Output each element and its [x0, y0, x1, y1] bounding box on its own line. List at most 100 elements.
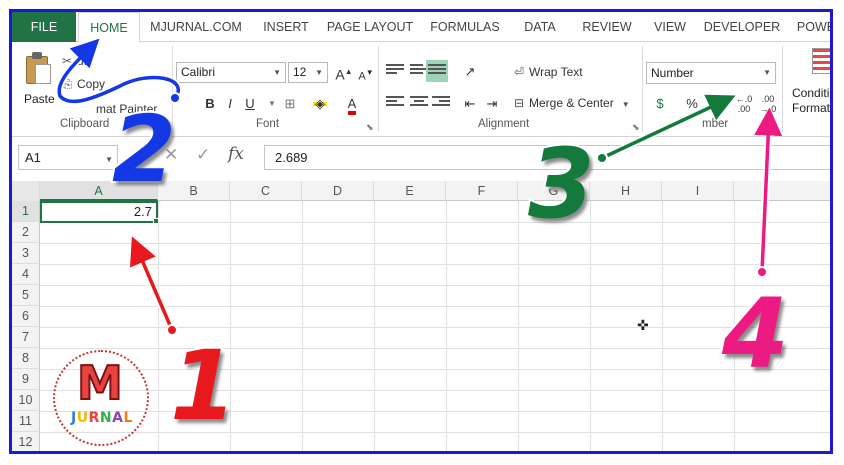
fill-color-icon[interactable]: ◈: [310, 94, 330, 114]
alignment-launcher-icon[interactable]: ⬊: [632, 122, 640, 133]
gridline: [518, 201, 519, 451]
tab-review[interactable]: REVIEW: [575, 12, 639, 42]
decrease-indent-icon[interactable]: ⇤: [460, 94, 480, 114]
column-header-d[interactable]: D: [302, 181, 374, 201]
tab-file[interactable]: FILE: [12, 12, 76, 42]
comma-style-button[interactable]: ,: [704, 90, 724, 110]
borders-icon[interactable]: ⊞: [280, 94, 300, 114]
number-format-value: Number: [651, 66, 694, 80]
row-header[interactable]: 5: [12, 285, 40, 306]
font-name-select[interactable]: Calibri ▼: [176, 62, 286, 83]
tab-formulas[interactable]: FORMULAS: [426, 12, 504, 42]
paste-icon[interactable]: [26, 52, 52, 84]
row-header[interactable]: 4: [12, 264, 40, 285]
logo-letter: M: [76, 355, 124, 411]
tab-view[interactable]: VIEW: [648, 12, 692, 42]
align-bottom-icon[interactable]: [426, 60, 448, 82]
logo-word-letters: JURNAL: [71, 410, 133, 426]
merge-icon: ⊟: [513, 96, 525, 110]
column-header-j[interactable]: [734, 181, 830, 201]
insert-function-icon[interactable]: fx: [228, 144, 244, 164]
name-box-value: A1: [25, 150, 41, 165]
tab-insert[interactable]: INSERT: [256, 12, 316, 42]
underline-button[interactable]: U: [240, 94, 260, 114]
shrink-font-button[interactable]: A▼: [356, 63, 376, 83]
decrease-decimal-icon[interactable]: .00 →.0: [758, 94, 778, 114]
gridline: [446, 201, 447, 451]
tab-developer[interactable]: DEVELOPER: [702, 12, 782, 42]
column-header-c[interactable]: C: [230, 181, 302, 201]
column-header-e[interactable]: E: [374, 181, 446, 201]
align-center-icon[interactable]: [410, 96, 428, 110]
conditional-label-1: Conditi: [792, 86, 830, 100]
cut-label: ut: [77, 54, 88, 68]
row-header[interactable]: 3: [12, 243, 40, 264]
divider: [378, 46, 379, 132]
column-header-f[interactable]: F: [446, 181, 518, 201]
row-header[interactable]: 6: [12, 306, 40, 327]
cut-button[interactable]: ✂ ut: [60, 54, 87, 68]
font-size-value: 12: [293, 65, 307, 79]
column-header-i[interactable]: I: [662, 181, 734, 201]
logo-word-letter: R: [88, 410, 100, 426]
wrap-text-label: Wrap Text: [529, 65, 583, 79]
annotation-number-4: 4: [720, 276, 791, 392]
merge-center-label: Merge & Center: [529, 96, 614, 110]
cell-a1[interactable]: 2.7: [40, 201, 158, 223]
merge-center-button[interactable]: ⊟ Merge & Center ▼: [512, 96, 630, 110]
select-all-corner[interactable]: [12, 181, 40, 201]
copy-button[interactable]: ⎘ Copy: [60, 77, 105, 92]
grow-font-button[interactable]: A▲: [334, 62, 354, 83]
increase-decimal-icon[interactable]: ←.0.00: [734, 94, 754, 114]
name-box[interactable]: A1 ▼: [18, 145, 118, 170]
orientation-icon[interactable]: ↗: [460, 62, 480, 82]
align-right-icon[interactable]: [432, 96, 450, 110]
conditional-formatting-icon[interactable]: [812, 48, 830, 74]
copy-label: Copy: [77, 77, 106, 91]
paste-button[interactable]: Paste: [24, 92, 55, 106]
tab-home[interactable]: HOME: [78, 12, 140, 43]
logo-word-letter: L: [123, 410, 133, 426]
copy-icon: ⎘: [62, 77, 72, 91]
align-left-icon[interactable]: [386, 96, 404, 110]
row-header[interactable]: 10: [12, 390, 40, 411]
conditional-formatting-button[interactable]: Conditi Formatt: [792, 86, 833, 116]
ribbon-tabs: FILE HOME MJURNAL.COM INSERT PAGE LAYOUT…: [12, 12, 830, 43]
accounting-format-icon[interactable]: $: [650, 94, 670, 114]
font-launcher-icon[interactable]: ⬊: [366, 122, 374, 133]
increase-indent-icon[interactable]: ⇥: [482, 94, 502, 114]
tab-data[interactable]: DATA: [515, 12, 565, 42]
annotation-number-3: 3: [526, 126, 597, 242]
fill-handle[interactable]: [153, 218, 159, 224]
number-format-select[interactable]: Number ▼: [646, 62, 776, 84]
underline-dropdown-icon[interactable]: ▼: [262, 94, 282, 114]
row-header[interactable]: 8: [12, 348, 40, 369]
font-color-letter: A: [347, 97, 357, 115]
enter-icon[interactable]: ✓: [196, 145, 210, 165]
alignment-group-label: Alignment: [478, 118, 530, 130]
row-header[interactable]: 7: [12, 327, 40, 348]
gridline: [158, 201, 159, 451]
annotation-number-2: 2: [110, 94, 178, 205]
annotation-number-1: 1: [168, 328, 239, 444]
chevron-down-icon: ▼: [273, 68, 281, 77]
row-header[interactable]: 2: [12, 222, 40, 243]
italic-button[interactable]: I: [220, 94, 240, 114]
row-header[interactable]: 9: [12, 369, 40, 390]
row-header[interactable]: 11: [12, 411, 40, 432]
tab-mjurnal[interactable]: MJURNAL.COM: [146, 12, 246, 42]
align-top-icon[interactable]: [386, 64, 404, 78]
conditional-label-2: Formatt: [792, 101, 833, 115]
bold-button[interactable]: B: [200, 94, 220, 114]
row-header[interactable]: 12: [12, 432, 40, 451]
font-size-select[interactable]: 12 ▼: [288, 62, 328, 83]
percent-style-button[interactable]: %: [682, 94, 702, 114]
tab-power[interactable]: POWE: [794, 12, 830, 42]
gridline: [302, 201, 303, 451]
row-header[interactable]: 1: [12, 201, 40, 222]
tab-page-layout[interactable]: PAGE LAYOUT: [324, 12, 416, 42]
column-header-h[interactable]: H: [590, 181, 662, 201]
wrap-text-button[interactable]: ⏎ Wrap Text: [512, 65, 583, 79]
logo-word-letter: A: [112, 410, 124, 426]
font-color-button[interactable]: A: [342, 94, 362, 115]
